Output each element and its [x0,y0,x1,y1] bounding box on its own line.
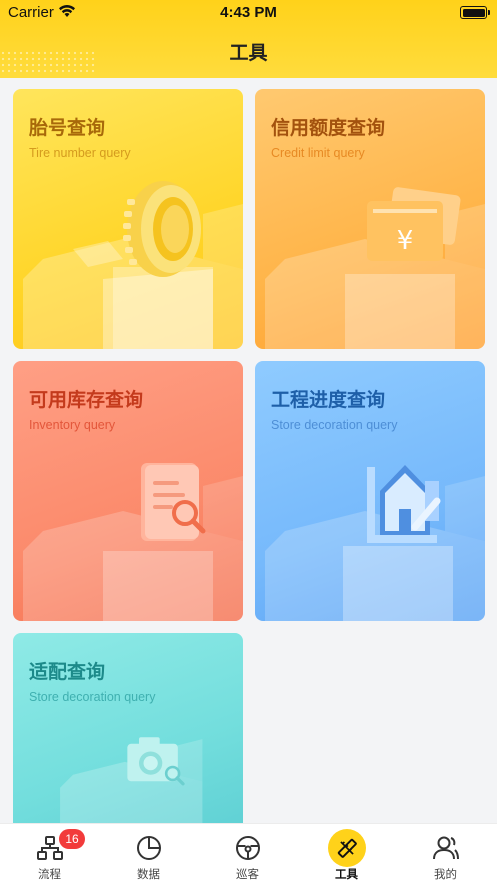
card-title: 胎号查询 [29,117,106,139]
document-search-icon [23,463,243,621]
card-title: 信用额度查询 [271,117,386,139]
card-subtitle: Store decoration query [29,690,156,704]
ruler-pencil-icon [337,838,357,858]
bottom-tab-bar: 16 流程 数据 巡客 工具 我的 [0,823,497,883]
card-compatibility-query[interactable]: 适配查询 Store decoration query [13,633,243,833]
tab-label: 巡客 [236,867,259,881]
notification-badge: 16 [59,829,85,849]
page-title: 工具 [229,42,268,64]
card-title: 适配查询 [29,661,106,683]
battery-icon [460,6,490,19]
clock-time: 4:43 PM [220,4,277,21]
house-ruler-icon [265,465,485,621]
card-project-progress-query[interactable]: 工程进度查询 Store decoration query [255,361,485,621]
tab-data[interactable]: 数据 [99,824,198,883]
tab-tools[interactable]: 工具 [297,824,396,883]
tab-mine[interactable]: 我的 [396,824,495,883]
card-subtitle: Inventory query [29,418,116,432]
credit-card-yen-icon: ¥ [265,187,485,349]
steering-wheel-icon [235,836,260,860]
card-title: 可用库存查询 [29,389,144,411]
tab-label: 我的 [434,867,457,881]
status-bar: Carrier 4:43 PM [0,0,497,26]
tire-icon [23,181,243,349]
tab-label: 工具 [335,867,358,881]
tab-label: 数据 [137,867,160,881]
tab-flow[interactable]: 16 流程 [0,824,99,883]
card-title: 工程进度查询 [271,389,386,411]
pie-chart-icon [136,836,161,860]
card-tire-number-query[interactable]: 胎号查询 Tire number query [13,89,243,349]
card-inventory-query[interactable]: 可用库存查询 Inventory query [13,361,243,621]
header-bar: Carrier 4:43 PM 工具 [0,0,497,78]
user-icon [432,836,459,860]
card-subtitle: Store decoration query [271,418,398,432]
tab-patrol[interactable]: 巡客 [198,824,297,883]
card-credit-limit-query[interactable]: 信用额度查询 Credit limit query ¥ [255,89,485,349]
card-subtitle: Credit limit query [271,146,365,160]
camera-search-icon [60,737,203,833]
card-subtitle: Tire number query [29,146,131,160]
tab-label: 流程 [38,867,61,881]
svg-text:¥: ¥ [397,226,414,256]
